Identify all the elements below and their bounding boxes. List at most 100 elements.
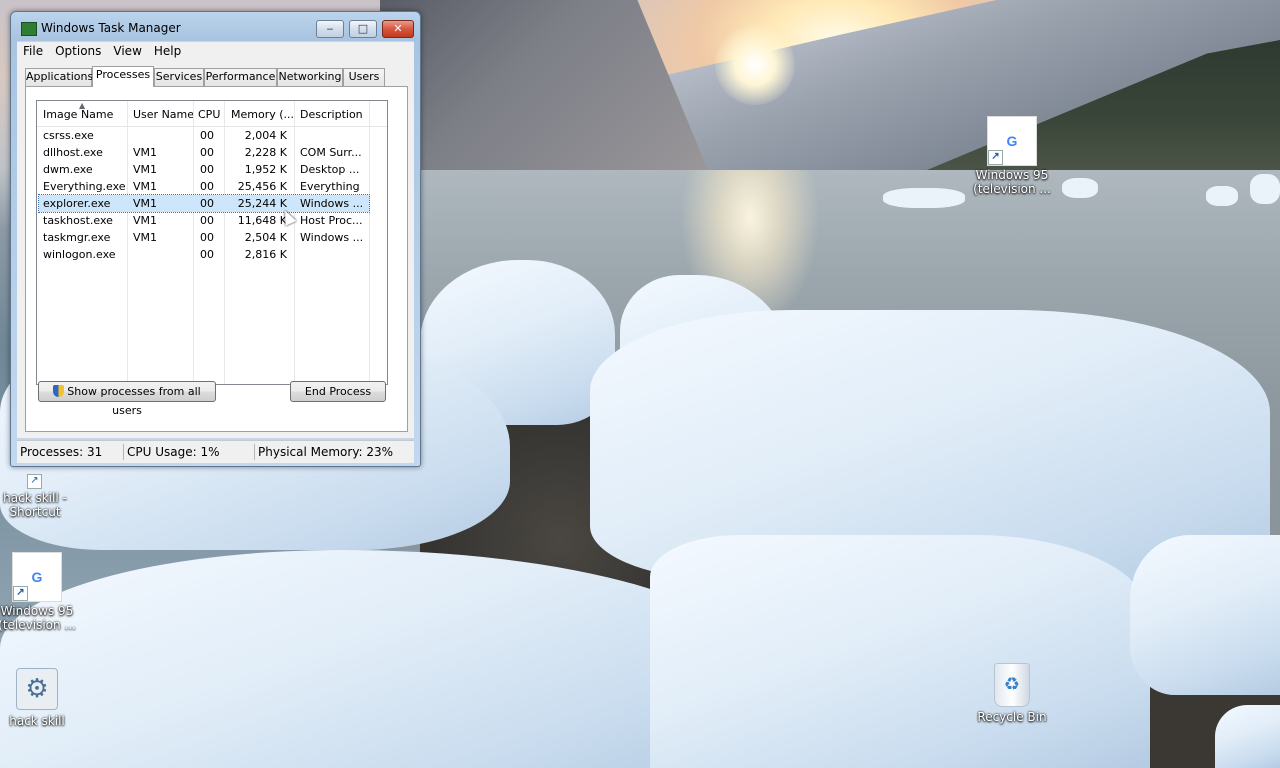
tab-users[interactable]: Users bbox=[343, 68, 385, 86]
cell-desc: COM Surr... bbox=[300, 146, 362, 159]
status-bar: Processes: 31 CPU Usage: 1% Physical Mem… bbox=[17, 440, 414, 463]
cell-memory: 2,228 K bbox=[244, 146, 287, 159]
window-client-area: Applications Processes Services Performa… bbox=[17, 60, 414, 438]
status-cpu-usage: CPU Usage: 1% bbox=[127, 445, 220, 459]
table-row[interactable]: csrss.exe 00 2,004 K bbox=[37, 127, 387, 144]
menu-view[interactable]: View bbox=[107, 42, 147, 61]
table-row[interactable]: dwm.exe VM1 00 1,952 K Desktop ... bbox=[37, 161, 387, 178]
ice-floe bbox=[1206, 186, 1238, 206]
menu-bar: File Options View Help bbox=[17, 41, 414, 61]
table-row[interactable]: Everything.exe VM1 00 25,456 K Everything bbox=[37, 178, 387, 195]
cell-cpu: 00 bbox=[200, 146, 214, 159]
cell-cpu: 00 bbox=[200, 129, 214, 142]
cell-cpu: 00 bbox=[200, 214, 214, 227]
menu-options[interactable]: Options bbox=[49, 42, 107, 61]
maximize-button[interactable]: □ bbox=[349, 20, 377, 38]
cell-user: VM1 bbox=[133, 231, 158, 244]
iceberg bbox=[650, 535, 1150, 768]
desktop-icon-windows95-left[interactable]: G ↗ Windows 95 (television ... bbox=[0, 552, 78, 632]
status-physical-memory: Physical Memory: 23% bbox=[258, 445, 394, 459]
title-bar[interactable]: Windows Task Manager ‒ □ ✕ bbox=[11, 12, 420, 42]
shortcut-arrow-icon: ↗ bbox=[988, 150, 1003, 165]
table-row[interactable]: winlogon.exe 00 2,816 K bbox=[37, 246, 387, 263]
tab-processes[interactable]: Processes bbox=[92, 66, 154, 87]
table-row[interactable]: explorer.exe VM1 00 25,244 K Windows ... bbox=[38, 194, 370, 213]
cell-cpu: 00 bbox=[200, 231, 214, 244]
icon-label: Windows 95 bbox=[0, 604, 74, 618]
tab-performance[interactable]: Performance bbox=[204, 68, 277, 86]
cell-user: VM1 bbox=[133, 180, 158, 193]
cell-memory: 2,816 K bbox=[244, 248, 287, 261]
column-header-user-name[interactable]: User Name bbox=[133, 108, 194, 121]
recycle-bin-icon: ♻ bbox=[994, 663, 1030, 707]
task-manager-app-icon bbox=[21, 22, 37, 36]
shortcut-arrow-icon: ↗ bbox=[27, 474, 42, 489]
cell-memory: 25,244 K bbox=[237, 197, 287, 210]
chrome-icon: G ↗ bbox=[987, 116, 1037, 166]
column-header-description[interactable]: Description bbox=[300, 108, 363, 121]
end-process-button[interactable]: End Process bbox=[290, 381, 386, 402]
cell-image: taskmgr.exe bbox=[43, 231, 111, 244]
window-title: Windows Task Manager bbox=[41, 21, 181, 35]
cell-cpu: 00 bbox=[200, 163, 214, 176]
icon-label: hack skill - bbox=[3, 491, 67, 505]
cell-image: csrss.exe bbox=[43, 129, 94, 142]
icon-label: Windows 95 bbox=[975, 168, 1049, 182]
shortcut-arrow-icon: ↗ bbox=[13, 586, 28, 601]
table-row[interactable]: dllhost.exe VM1 00 2,228 K COM Surr... bbox=[37, 144, 387, 161]
process-list[interactable]: ▲ Image Name User Name CPU Memory (... D… bbox=[36, 100, 388, 385]
cell-image: dllhost.exe bbox=[43, 146, 103, 159]
task-manager-window[interactable]: Windows Task Manager ‒ □ ✕ File Options Vi… bbox=[10, 11, 421, 467]
table-row[interactable]: taskhost.exe VM1 00 11,648 K Host Proc... bbox=[37, 212, 387, 229]
column-header-image-name[interactable]: Image Name bbox=[43, 108, 113, 121]
desktop-icon-hack-skill[interactable]: ⚙ hack skill bbox=[0, 664, 78, 728]
cell-cpu: 00 bbox=[200, 180, 214, 193]
cell-desc: Desktop ... bbox=[300, 163, 360, 176]
icon-label: Shortcut bbox=[9, 505, 61, 519]
cell-desc: Everything bbox=[300, 180, 360, 193]
cell-desc: Windows ... bbox=[300, 197, 364, 210]
cell-image: Everything.exe bbox=[43, 180, 126, 193]
cell-user: VM1 bbox=[133, 197, 158, 210]
show-processes-all-users-button[interactable]: Show processes from all users bbox=[38, 381, 216, 417]
icon-label: (television ... bbox=[0, 618, 76, 632]
icon-label: hack skill bbox=[9, 714, 65, 728]
cell-memory: 2,504 K bbox=[244, 231, 287, 244]
menu-help[interactable]: Help bbox=[148, 42, 187, 61]
tab-applications[interactable]: Applications bbox=[25, 68, 93, 86]
list-header: ▲ Image Name User Name CPU Memory (... D… bbox=[37, 101, 387, 127]
chrome-icon: G ↗ bbox=[12, 552, 62, 602]
cell-image: winlogon.exe bbox=[43, 248, 116, 261]
minimize-button[interactable]: ‒ bbox=[316, 20, 344, 38]
tab-services[interactable]: Services bbox=[154, 68, 204, 86]
tab-networking[interactable]: Networking bbox=[277, 68, 343, 86]
processes-panel: ▲ Image Name User Name CPU Memory (... D… bbox=[25, 86, 408, 432]
menu-file[interactable]: File bbox=[17, 42, 49, 61]
cell-user: VM1 bbox=[133, 146, 158, 159]
cell-memory: 11,648 K bbox=[237, 214, 287, 227]
cell-memory: 25,456 K bbox=[237, 180, 287, 193]
cell-image: explorer.exe bbox=[43, 197, 111, 210]
cell-cpu: 00 bbox=[200, 197, 214, 210]
column-header-cpu[interactable]: CPU bbox=[198, 108, 220, 121]
cell-user: VM1 bbox=[133, 214, 158, 227]
status-processes: Processes: 31 bbox=[20, 445, 103, 459]
close-button[interactable]: ✕ bbox=[382, 20, 414, 38]
cell-image: taskhost.exe bbox=[43, 214, 113, 227]
gear-icon: ⚙ bbox=[16, 668, 58, 710]
icon-label: (television ... bbox=[973, 182, 1051, 196]
icon-label: Recycle Bin bbox=[977, 710, 1047, 724]
button-label: Show processes from all users bbox=[67, 385, 201, 417]
cell-image: dwm.exe bbox=[43, 163, 93, 176]
table-row[interactable]: taskmgr.exe VM1 00 2,504 K Windows ... bbox=[37, 229, 387, 246]
desktop-icon-recycle-bin[interactable]: ♻ Recycle Bin bbox=[971, 660, 1053, 724]
column-header-memory[interactable]: Memory (... bbox=[231, 108, 294, 121]
iceberg bbox=[1215, 705, 1280, 768]
ice-floe bbox=[1062, 178, 1098, 198]
cell-desc: Host Proc... bbox=[300, 214, 363, 227]
cell-memory: 2,004 K bbox=[244, 129, 287, 142]
ice-floe bbox=[1250, 174, 1280, 204]
desktop-icon-windows95-top[interactable]: G ↗ Windows 95 (television ... bbox=[971, 116, 1053, 196]
cell-desc: Windows ... bbox=[300, 231, 364, 244]
cell-cpu: 00 bbox=[200, 248, 214, 261]
